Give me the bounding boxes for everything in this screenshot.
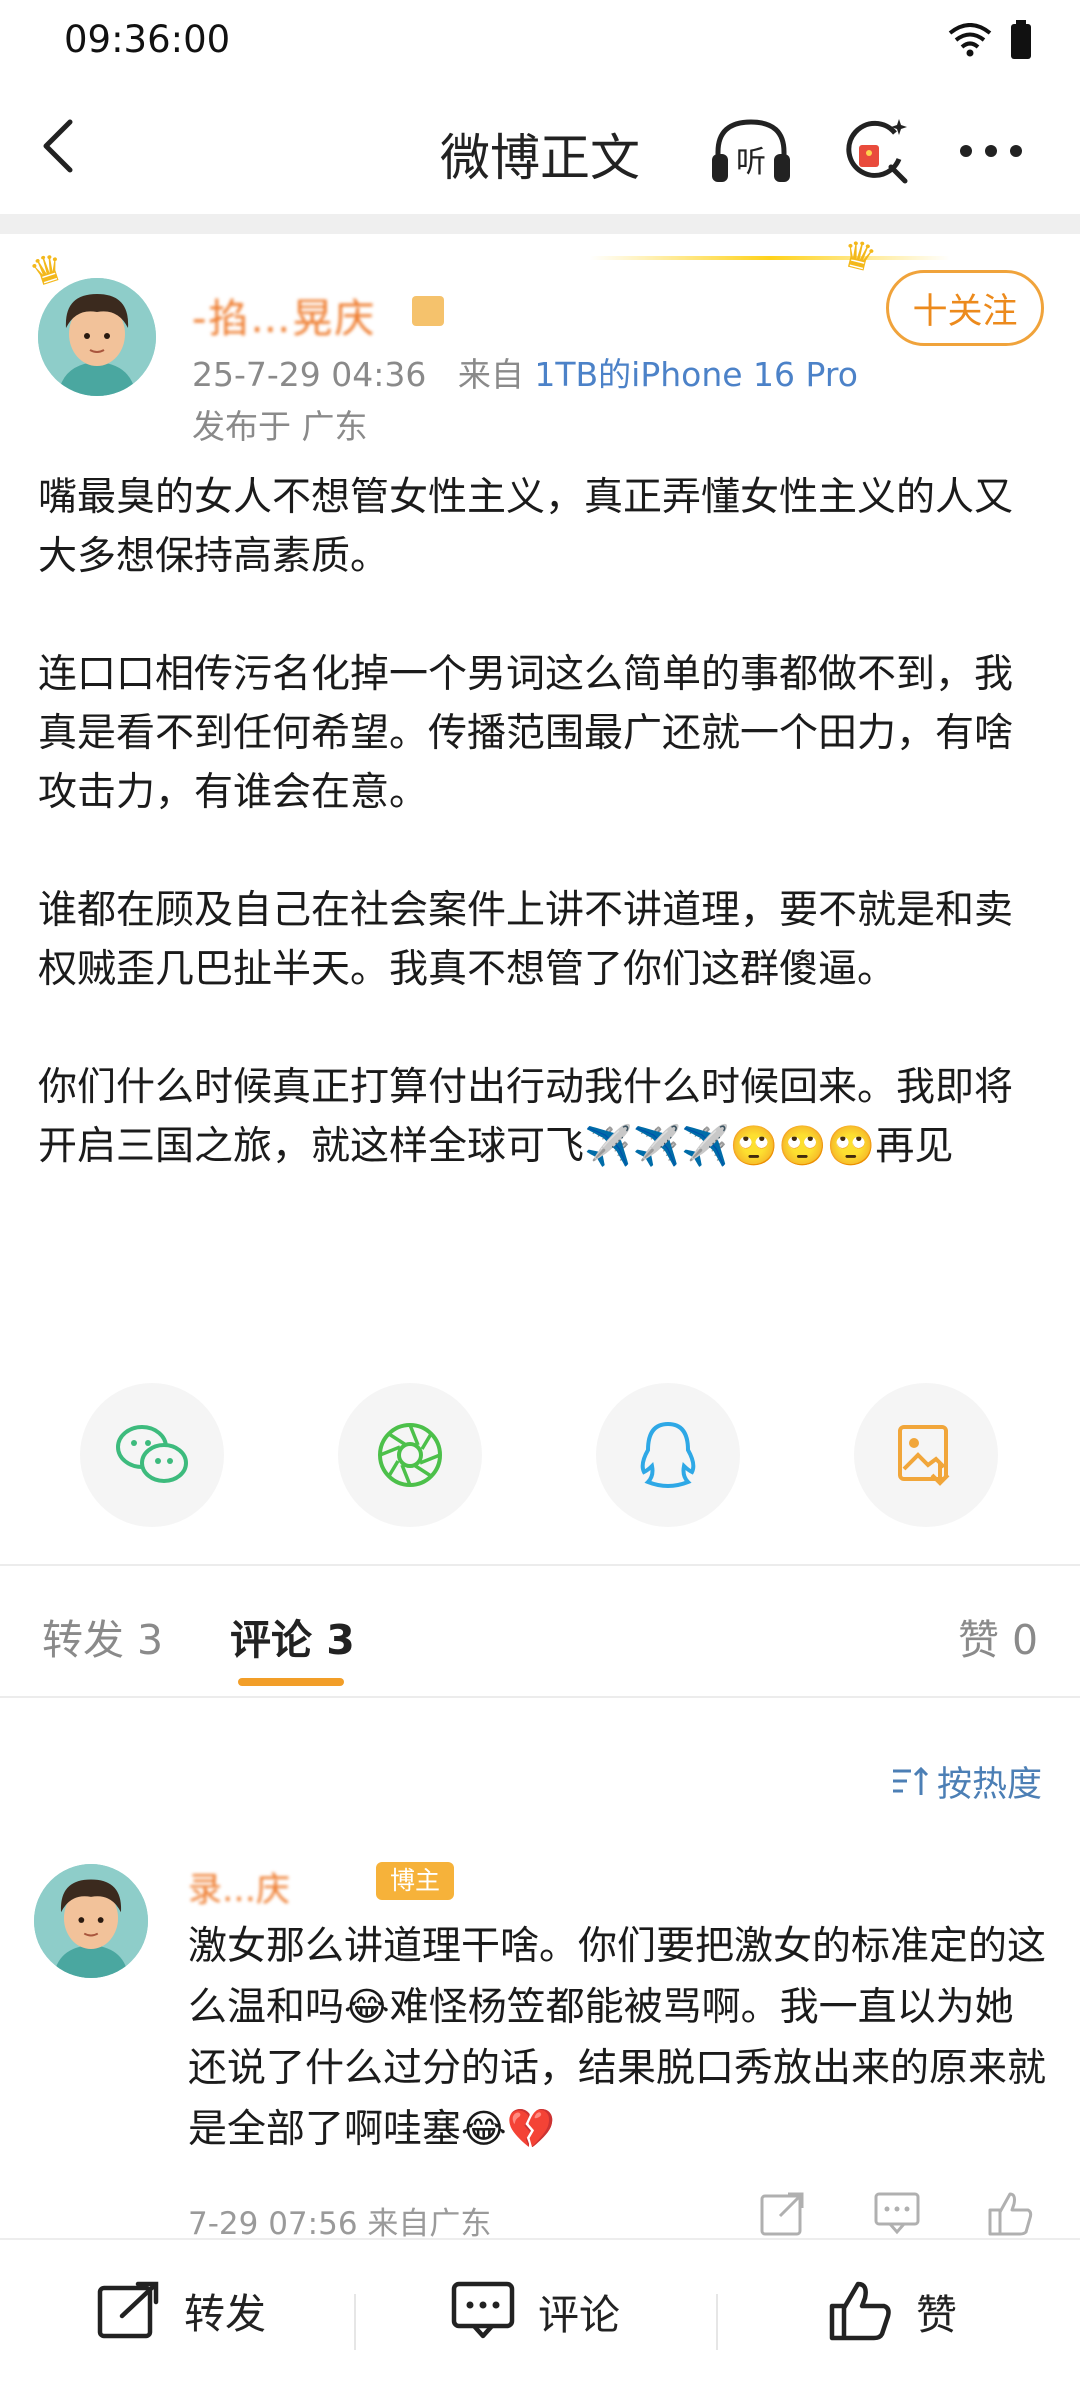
comment-meta: 7-29 07:56 来自广东 — [188, 2206, 492, 2242]
tab-repost[interactable]: 转发 3 — [42, 1606, 163, 1666]
tab-active-indicator — [238, 1678, 344, 1686]
comment-reply-icon[interactable] — [872, 2188, 922, 2238]
author-tag-badge: 博主 — [376, 1862, 455, 1900]
avatar-image — [38, 278, 156, 396]
post-paragraph: 连口口相传污名化掉一个男词这么简单的事都做不到，我真是看不到任何希望。传播范围最… — [38, 652, 1014, 815]
repost-label: 转发 — [184, 2290, 266, 2338]
repost-button[interactable]: 转发 — [96, 2280, 266, 2340]
author-name[interactable]: -掐…晃庆 — [192, 286, 376, 344]
battery-icon — [1011, 20, 1031, 59]
nav-bar: 微博正文 听 — [0, 84, 1080, 214]
like-label: 赞 — [916, 2291, 957, 2339]
post-location: 发布于 广东 — [192, 407, 368, 446]
status-icons — [948, 20, 1032, 60]
comment-avatar[interactable] — [34, 1864, 148, 1978]
decor-line — [590, 256, 950, 260]
save-image-button[interactable] — [854, 1383, 998, 1527]
comment-share-icon[interactable] — [758, 2188, 808, 2238]
share-row — [0, 1383, 1080, 1533]
wechat-icon — [116, 1425, 188, 1483]
repost-icon — [97, 2281, 159, 2339]
post-paragraph: 谁都在顾及自己在社会案件上讲不讲道理，要不就是和卖权贼歪几巴扯半天。我真不想管了… — [38, 888, 1014, 992]
bottom-action-bar: 转发 评论 赞 — [0, 2238, 1080, 2402]
sort-button[interactable]: 按热度 — [891, 1756, 1042, 1807]
search-redpacket-button[interactable] — [830, 106, 920, 196]
tab-comment[interactable]: 评论 3 — [230, 1606, 355, 1666]
avatar-image — [34, 1864, 148, 1978]
comment-like-icon[interactable] — [986, 2188, 1036, 2238]
post-paragraph: 你们什么时候真正打算付出行动我什么时候回来。我即将开启三国之旅，就这样全球可飞✈… — [38, 1065, 1014, 1169]
comment-label: 评论 — [538, 2291, 620, 2339]
post-source-label: 来自 — [457, 355, 524, 394]
post-paragraph: 嘴最臭的女人不想管女性主义，真正弄懂女性主义的人又大多想保持高素质。 — [38, 475, 1014, 579]
status-time: 09:36:00 — [64, 18, 231, 61]
comment-icon — [451, 2281, 515, 2339]
more-button[interactable] — [946, 106, 1036, 196]
svg-text:听: 听 — [736, 145, 766, 180]
search-icon — [846, 119, 908, 184]
post-time: 25-7-29 04:36 — [192, 355, 427, 394]
sort-label: 按热度 — [936, 1765, 1042, 1805]
interaction-tabs: 转发 3 评论 3 赞 0 — [0, 1566, 1080, 1696]
bottom-divider — [354, 2294, 356, 2350]
post-meta: 25-7-29 04:36 来自 1TB的iPhone 16 Pro — [192, 348, 858, 396]
share-qq-button[interactable] — [596, 1383, 740, 1527]
post-author-header: ♛ ♛ -掐…晃庆 25-7-29 04:36 来自 1TB的iPhone 16… — [0, 230, 1080, 464]
status-bar: 09:36:00 — [0, 0, 1080, 84]
listen-button[interactable]: 听 — [706, 106, 796, 196]
comment-button[interactable]: 评论 — [450, 2280, 620, 2342]
share-moments-button[interactable] — [338, 1383, 482, 1527]
wifi-icon — [948, 23, 992, 57]
headphones-icon: 听 — [712, 119, 790, 182]
save-image-icon — [898, 1425, 950, 1486]
more-icon — [960, 145, 1022, 157]
moments-icon — [378, 1423, 442, 1487]
share-wechat-button[interactable] — [80, 1383, 224, 1527]
bottom-divider — [716, 2294, 718, 2350]
like-icon — [829, 2281, 891, 2341]
tab-like[interactable]: 赞 0 — [958, 1606, 1038, 1666]
author-badge — [412, 296, 444, 326]
like-button[interactable]: 赞 — [828, 2280, 957, 2342]
post-device[interactable]: 1TB的iPhone 16 Pro — [534, 355, 858, 394]
comment-item: 录…庆 博主 激女那么讲道理干啥。你们要把激女的标准定的这么温和吗😂难怪杨笠都能… — [0, 1846, 1080, 2242]
qq-icon — [640, 1421, 696, 1488]
divider-band — [0, 214, 1080, 234]
crown-icon-right: ♛ — [837, 230, 881, 282]
comment-text: 激女那么讲道理干啥。你们要把激女的标准定的这么温和吗😂难怪杨笠都能被骂啊。我一直… — [188, 1924, 1047, 2152]
post-content: 嘴最臭的女人不想管女性主义，真正弄懂女性主义的人又大多想保持高素质。 连口口相传… — [38, 468, 1048, 1235]
tabs-divider — [0, 1696, 1080, 1698]
avatar[interactable] — [38, 278, 156, 396]
commenter-name[interactable]: 录…庆 — [188, 1862, 290, 1911]
sort-icon — [892, 1766, 929, 1795]
follow-button[interactable]: 十关注 — [886, 270, 1044, 346]
